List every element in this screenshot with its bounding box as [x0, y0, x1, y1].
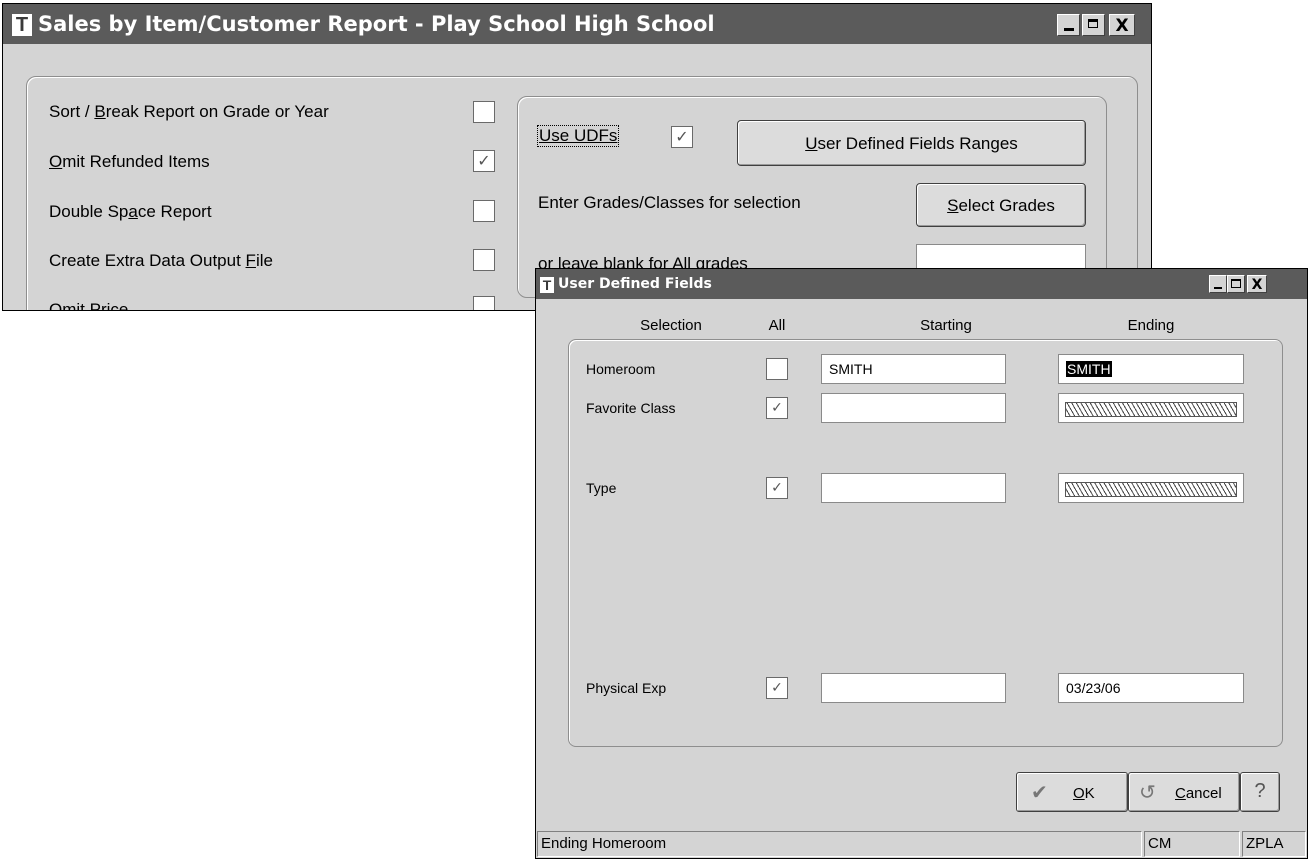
option-label-omit-refunded[interactable]: Omit Refunded Items [49, 152, 210, 172]
disabled-hatch [1065, 482, 1237, 497]
maximize-icon [1231, 279, 1241, 288]
app-logo-icon: T [12, 14, 32, 36]
checkbox-double-space[interactable] [473, 200, 495, 222]
status-mode: CM [1144, 831, 1240, 857]
close-icon: X [1251, 277, 1263, 293]
column-header-starting: Starting [920, 317, 972, 334]
grades-label: Enter Grades/Classes for selection [538, 193, 801, 212]
title-bar[interactable]: T Sales by Item/Customer Report - Play S… [3, 4, 1151, 44]
close-button[interactable]: X [1247, 275, 1267, 293]
maximize-button[interactable] [1082, 14, 1105, 36]
checkbox-all-physical-exp[interactable]: ✓ [766, 677, 788, 699]
starting-field-favorite-class[interactable] [821, 393, 1006, 423]
checkbox-extra-data-file[interactable] [473, 249, 495, 271]
checkbox-omit-refunded[interactable]: ✓ [473, 150, 495, 172]
checkmark-icon: ✓ [477, 151, 491, 170]
close-button[interactable]: X [1109, 14, 1135, 36]
row-label-homeroom: Homeroom [586, 361, 656, 377]
select-grades-button[interactable]: Select Grades [916, 183, 1086, 227]
help-icon: ? [1254, 780, 1266, 802]
window-title: Sales by Item/Customer Report - Play Sch… [38, 12, 715, 36]
checkbox-all-homeroom[interactable] [766, 358, 788, 380]
checkmark-icon: ✓ [771, 400, 783, 416]
status-message: Ending Homeroom [537, 831, 1142, 857]
minimize-icon [1064, 28, 1074, 31]
checkbox-omit-price[interactable] [473, 296, 495, 310]
checkbox-use-udfs[interactable]: ✓ [671, 126, 693, 148]
maximize-icon [1088, 19, 1098, 28]
minimize-button[interactable] [1209, 275, 1227, 293]
app-logo-icon: T [540, 277, 554, 293]
ok-button[interactable]: ✔ OK [1016, 772, 1128, 812]
dialog-title-bar[interactable]: T User Defined Fields X [536, 269, 1307, 299]
minimize-icon [1214, 287, 1222, 289]
checkmark-icon: ✔ [1031, 780, 1048, 804]
checkbox-sort-break[interactable] [473, 101, 495, 123]
status-bar: Ending Homeroom CM ZPLA [537, 831, 1306, 857]
checkmark-icon: ✓ [771, 680, 783, 696]
row-label-type: Type [586, 480, 617, 496]
dialog-title: User Defined Fields [558, 276, 712, 292]
use-udfs-label[interactable]: Use UDFs [536, 125, 620, 147]
ending-field-physical-exp[interactable]: 03/23/06 [1058, 673, 1244, 703]
maximize-button[interactable] [1227, 275, 1245, 293]
ending-field-type[interactable] [1058, 473, 1244, 503]
ending-field-homeroom[interactable]: SMITH [1058, 354, 1244, 384]
udf-dialog: T User Defined Fields X Selection All St… [535, 268, 1308, 859]
checkmark-icon: ✓ [771, 480, 783, 496]
help-button[interactable]: ? [1240, 772, 1280, 812]
sales-report-window: T Sales by Item/Customer Report - Play S… [2, 3, 1152, 311]
option-label-omit-price[interactable]: Omit Price [49, 300, 128, 310]
column-header-selection: Selection [640, 317, 702, 334]
status-code: ZPLA [1242, 831, 1306, 857]
row-label-favorite-class: Favorite Class [586, 400, 676, 416]
column-header-all: All [768, 317, 786, 334]
checkmark-icon: ✓ [675, 127, 689, 146]
cancel-icon: ↺ [1139, 780, 1156, 804]
close-icon: X [1115, 16, 1129, 36]
option-label-double-space[interactable]: Double Space Report [49, 202, 212, 222]
starting-field-homeroom[interactable]: SMITH [821, 354, 1006, 384]
cancel-button[interactable]: ↺ Cancel [1128, 772, 1240, 812]
disabled-hatch [1065, 402, 1237, 417]
checkbox-all-type[interactable]: ✓ [766, 477, 788, 499]
ending-field-favorite-class[interactable] [1058, 393, 1244, 423]
option-label-sort-break[interactable]: Sort / Break Report on Grade or Year [49, 102, 329, 122]
minimize-button[interactable] [1057, 14, 1080, 36]
starting-field-type[interactable] [821, 473, 1006, 503]
row-label-physical-exp: Physical Exp [586, 680, 667, 696]
udf-ranges-button[interactable]: User Defined Fields Ranges [737, 120, 1086, 166]
starting-field-physical-exp[interactable] [821, 673, 1006, 703]
checkbox-all-favorite-class[interactable]: ✓ [766, 397, 788, 419]
option-label-extra-data-file[interactable]: Create Extra Data Output File [49, 251, 273, 271]
column-header-ending: Ending [1127, 317, 1175, 334]
